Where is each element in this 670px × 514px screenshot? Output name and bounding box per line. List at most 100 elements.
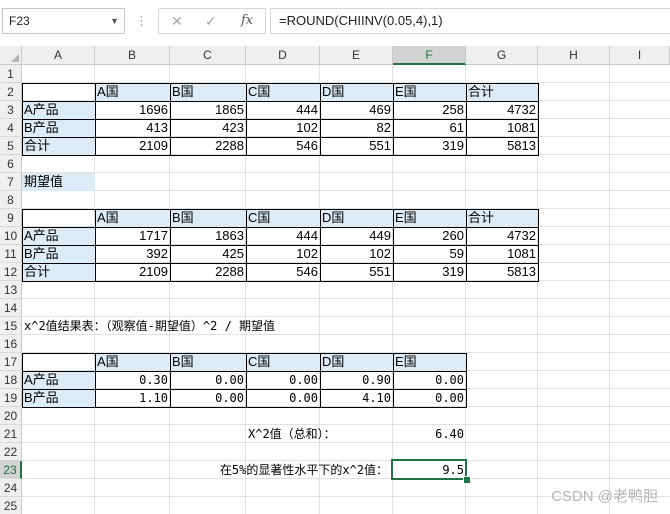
cell-border bbox=[393, 371, 467, 390]
row-header-20[interactable]: 20 bbox=[0, 407, 22, 425]
cell-border bbox=[170, 371, 247, 390]
cell-border bbox=[95, 245, 171, 264]
cell-border bbox=[320, 353, 394, 372]
cell-border bbox=[320, 371, 394, 390]
select-all-button[interactable] bbox=[0, 46, 22, 65]
name-box-value: F23 bbox=[9, 14, 30, 28]
cell-border bbox=[170, 263, 247, 282]
row-header-13[interactable]: 13 bbox=[0, 281, 22, 299]
row-header-17[interactable]: 17 bbox=[0, 353, 22, 371]
column-header-h[interactable]: H bbox=[538, 46, 610, 65]
row-header-24[interactable]: 24 bbox=[0, 479, 22, 497]
cell-border bbox=[246, 353, 321, 372]
column-header-f[interactable]: F bbox=[393, 46, 466, 65]
cell-border bbox=[246, 209, 321, 228]
cell-border bbox=[393, 227, 467, 246]
expected-title[interactable]: 期望值 bbox=[22, 173, 95, 191]
cell-border bbox=[246, 389, 321, 408]
cell-border bbox=[466, 263, 539, 282]
row-header-22[interactable]: 22 bbox=[0, 443, 22, 461]
row-header-18[interactable]: 18 bbox=[0, 371, 22, 389]
cell-border bbox=[170, 209, 247, 228]
cell-border bbox=[170, 119, 247, 138]
cell-border bbox=[95, 209, 171, 228]
chi-total-value[interactable]: 6.40 bbox=[393, 425, 466, 443]
cell-border bbox=[95, 137, 171, 156]
cell-border bbox=[95, 101, 171, 120]
cell-border bbox=[22, 209, 96, 228]
row-header-23[interactable]: 23 bbox=[0, 461, 22, 479]
cell-border bbox=[393, 137, 467, 156]
cell-border bbox=[320, 83, 394, 102]
row-header-1[interactable]: 1 bbox=[0, 65, 22, 83]
cell-border bbox=[246, 263, 321, 282]
fill-handle[interactable] bbox=[463, 476, 471, 484]
cell-border bbox=[22, 353, 96, 372]
cell-border bbox=[95, 263, 171, 282]
row-header-14[interactable]: 14 bbox=[0, 299, 22, 317]
column-header-a[interactable]: A bbox=[22, 46, 95, 65]
cell-border bbox=[22, 389, 96, 408]
cell-border bbox=[466, 83, 539, 102]
column-header-i[interactable]: I bbox=[610, 46, 670, 65]
critical-label[interactable]: 在5%的显著性水平下的x^2值： bbox=[170, 461, 390, 479]
row-header-12[interactable]: 12 bbox=[0, 263, 22, 281]
cell-border bbox=[22, 263, 96, 282]
row-header-7[interactable]: 7 bbox=[0, 173, 22, 191]
cell-border bbox=[170, 83, 247, 102]
row-header-5[interactable]: 5 bbox=[0, 137, 22, 155]
column-header-b[interactable]: B bbox=[95, 46, 170, 65]
insert-function-icon[interactable]: fx bbox=[241, 9, 253, 33]
cell-border bbox=[22, 101, 96, 120]
cell-border bbox=[170, 245, 247, 264]
cell-border bbox=[95, 119, 171, 138]
enter-icon[interactable]: ✓ bbox=[205, 9, 217, 33]
cell-border bbox=[466, 119, 539, 138]
cell-border bbox=[22, 83, 96, 102]
cell-border bbox=[466, 209, 539, 228]
row-header-10[interactable]: 10 bbox=[0, 227, 22, 245]
row-header-21[interactable]: 21 bbox=[0, 425, 22, 443]
cell-border bbox=[246, 137, 321, 156]
cell-border bbox=[466, 101, 539, 120]
cancel-icon[interactable]: ✕ bbox=[171, 9, 183, 33]
cell-border bbox=[22, 227, 96, 246]
chevron-down-icon[interactable]: ▼ bbox=[110, 9, 119, 33]
row-header-11[interactable]: 11 bbox=[0, 245, 22, 263]
chi-total-label[interactable]: X^2值（总和）： bbox=[246, 425, 396, 443]
cell-border bbox=[320, 263, 394, 282]
column-header-g[interactable]: G bbox=[466, 46, 538, 65]
row-header-19[interactable]: 19 bbox=[0, 389, 22, 407]
name-box[interactable]: F23 ▼ bbox=[2, 8, 125, 34]
row-header-8[interactable]: 8 bbox=[0, 191, 22, 209]
cell-border bbox=[320, 389, 394, 408]
chi-title[interactable]: x^2值结果表：（观察值-期望值）^2 / 期望值 bbox=[22, 317, 382, 335]
cell-border bbox=[466, 137, 539, 156]
row-header-25[interactable]: 25 bbox=[0, 497, 22, 514]
cells-area[interactable]: 期望值 x^2值结果表：（观察值-期望值）^2 / 期望值 X^2值（总和）： … bbox=[22, 65, 670, 514]
row-header-2[interactable]: 2 bbox=[0, 83, 22, 101]
cell-border bbox=[170, 227, 247, 246]
cell-border bbox=[95, 353, 171, 372]
row-header-6[interactable]: 6 bbox=[0, 155, 22, 173]
row-header-3[interactable]: 3 bbox=[0, 101, 22, 119]
cell-border bbox=[393, 83, 467, 102]
cell-border bbox=[320, 137, 394, 156]
row-header-15[interactable]: 15 bbox=[0, 317, 22, 335]
cell-border bbox=[170, 389, 247, 408]
row-header-16[interactable]: 16 bbox=[0, 335, 22, 353]
column-header-d[interactable]: D bbox=[246, 46, 320, 65]
row-header-9[interactable]: 9 bbox=[0, 209, 22, 227]
cell-border bbox=[466, 227, 539, 246]
cell-border bbox=[320, 227, 394, 246]
cell-border bbox=[170, 137, 247, 156]
formula-input[interactable]: =ROUND(CHIINV(0.05,4),1) bbox=[270, 8, 670, 34]
cell-border bbox=[393, 119, 467, 138]
row-header-4[interactable]: 4 bbox=[0, 119, 22, 137]
more-dots-icon: ⋮ bbox=[135, 13, 148, 28]
selected-cell-F23 bbox=[391, 459, 467, 480]
column-header-e[interactable]: E bbox=[320, 46, 393, 65]
cell-border bbox=[246, 245, 321, 264]
column-header-c[interactable]: C bbox=[170, 46, 246, 65]
cell-border bbox=[320, 101, 394, 120]
